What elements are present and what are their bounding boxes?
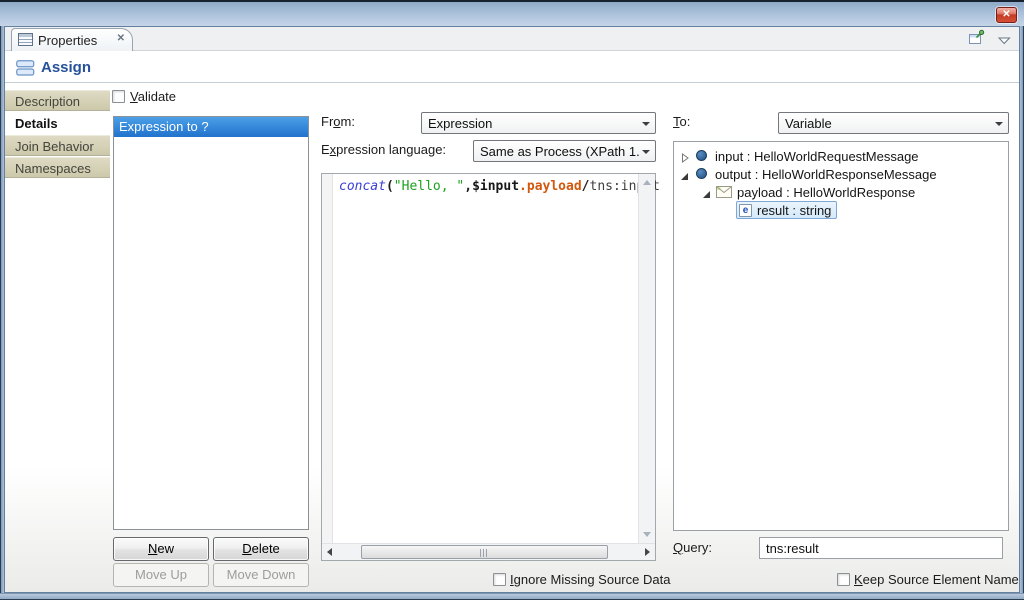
from-label: From: xyxy=(321,114,355,129)
expander-expanded-icon[interactable] xyxy=(680,169,689,179)
scroll-up-icon[interactable] xyxy=(643,180,651,185)
chevron-down-icon xyxy=(995,122,1003,126)
window-border-right xyxy=(1020,26,1024,600)
chevron-down-icon xyxy=(642,122,650,126)
expression-editor[interactable]: concat("Hello, ",$input.payload/tns:inpu… xyxy=(321,173,656,561)
window-titlebar[interactable] xyxy=(0,0,1024,26)
variable-tree[interactable]: input : HelloWorldRequestMessage output … xyxy=(673,141,1009,531)
to-dropdown[interactable]: Variable xyxy=(778,112,1009,134)
tree-item-label: output : HelloWorldResponseMessage xyxy=(715,167,937,182)
query-value: tns:result xyxy=(766,541,819,556)
expression-code-line[interactable]: concat("Hello, ",$input.payload/tns:inpu… xyxy=(339,179,660,194)
query-label: Query: xyxy=(673,540,712,555)
tree-item-input[interactable]: input : HelloWorldRequestMessage xyxy=(674,147,1008,165)
chevron-down-icon xyxy=(642,150,650,154)
header-separator xyxy=(5,82,1019,83)
sidebar-item-description[interactable]: Description xyxy=(5,90,110,111)
scrollbar-thumb[interactable] xyxy=(361,545,608,559)
properties-window: ✕ Properties ✕ xyxy=(0,0,1024,600)
scroll-left-icon[interactable] xyxy=(327,548,332,556)
tab-close-icon[interactable]: ✕ xyxy=(117,33,125,44)
pin-view-icon[interactable] xyxy=(968,29,985,51)
expression-language-label: Expression language: xyxy=(321,142,446,157)
sidebar-item-details[interactable]: Details xyxy=(5,113,110,134)
tree-item-output[interactable]: output : HelloWorldResponseMessage xyxy=(674,165,1008,183)
window-border-bottom xyxy=(0,593,1024,600)
tree-item-label: payload : HelloWorldResponse xyxy=(737,185,915,200)
variable-icon xyxy=(696,150,707,161)
tree-selection[interactable]: e result : string xyxy=(736,201,837,219)
window-close-button[interactable]: ✕ xyxy=(996,7,1017,23)
tree-item-result[interactable]: e result : string xyxy=(674,201,1008,219)
view-client-area: Properties ✕ xyxy=(4,26,1020,593)
expression-list[interactable]: Expression to ? xyxy=(113,116,309,530)
sidebar-item-join-behavior[interactable]: Join Behavior xyxy=(5,135,110,156)
from-dropdown[interactable]: Expression xyxy=(421,112,656,134)
delete-button[interactable]: Delete xyxy=(213,537,309,561)
from-dropdown-value: Expression xyxy=(428,116,639,131)
validate-checkbox[interactable] xyxy=(112,90,125,103)
variable-icon xyxy=(696,168,707,179)
query-input[interactable]: tns:result xyxy=(759,537,1003,559)
page-title: Assign xyxy=(41,59,91,76)
expander-expanded-icon[interactable] xyxy=(702,187,711,197)
tab-properties[interactable]: Properties ✕ xyxy=(11,28,133,51)
tree-item-payload[interactable]: payload : HelloWorldResponse xyxy=(674,183,1008,201)
ignore-missing-label: Ignore Missing Source Data xyxy=(510,572,670,587)
thumb-grip xyxy=(480,549,489,557)
move-down-button[interactable]: Move Down xyxy=(213,563,309,587)
move-up-button[interactable]: Move Up xyxy=(113,563,209,587)
tab-properties-label: Properties xyxy=(38,33,97,48)
list-item-expression-to[interactable]: Expression to ? xyxy=(114,117,308,137)
tree-item-label: input : HelloWorldRequestMessage xyxy=(715,149,919,164)
message-part-icon xyxy=(716,186,732,201)
editor-gutter xyxy=(322,174,333,543)
expander-collapsed-icon[interactable] xyxy=(681,151,690,161)
expression-language-value: Same as Process (XPath 1.0 in xyxy=(480,144,639,159)
keep-source-label: Keep Source Element Name xyxy=(854,572,1019,587)
editor-vertical-scrollbar[interactable] xyxy=(638,174,655,543)
to-dropdown-value: Variable xyxy=(785,116,992,131)
editor-horizontal-scrollbar[interactable] xyxy=(322,543,655,560)
scroll-right-icon[interactable] xyxy=(645,548,650,556)
properties-grid-icon xyxy=(18,33,34,52)
sidebar-item-namespaces[interactable]: Namespaces xyxy=(5,157,110,178)
tree-item-label: result : string xyxy=(757,203,831,218)
view-tab-bar: Properties ✕ xyxy=(5,27,1019,51)
new-button[interactable]: New xyxy=(113,537,209,561)
expression-language-dropdown[interactable]: Same as Process (XPath 1.0 in xyxy=(473,140,656,162)
to-label: To: xyxy=(673,114,690,129)
ignore-missing-checkbox[interactable] xyxy=(493,573,506,586)
validate-label: Validate xyxy=(130,89,176,104)
element-icon: e xyxy=(739,204,752,217)
view-menu-chevron-icon[interactable] xyxy=(998,32,1011,50)
assign-activity-icon xyxy=(16,60,35,81)
keep-source-checkbox[interactable] xyxy=(837,573,850,586)
scroll-down-icon[interactable] xyxy=(643,532,651,537)
